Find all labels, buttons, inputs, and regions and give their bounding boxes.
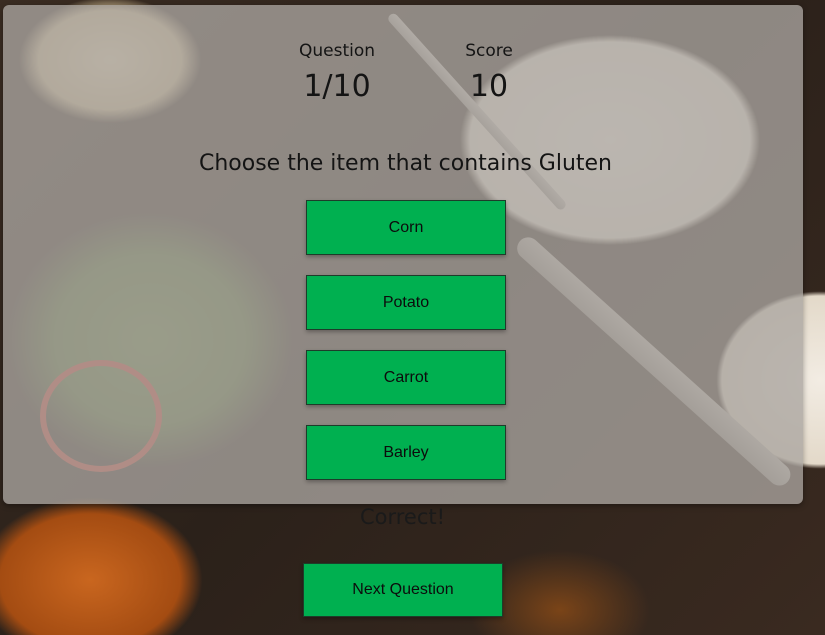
answer-button-corn[interactable]: Corn	[306, 200, 506, 255]
quiz-panel: Question 1/10 Score 10 Choose the item t…	[3, 5, 803, 504]
score-value: 10	[469, 69, 509, 104]
question-value: 1/10	[303, 69, 371, 104]
answer-button-potato[interactable]: Potato	[306, 275, 506, 330]
answer-button-carrot[interactable]: Carrot	[306, 350, 506, 405]
answer-feedback: Correct!	[359, 505, 446, 529]
score-counter: Score 10	[451, 41, 527, 104]
score-label: Score	[465, 41, 513, 61]
question-prompt: Choose the item that contains Gluten	[198, 151, 612, 176]
question-label: Question	[298, 41, 376, 61]
answer-button-barley[interactable]: Barley	[306, 425, 506, 480]
next-question-button[interactable]: Next Question	[303, 563, 503, 617]
question-counter: Question 1/10	[290, 41, 384, 104]
